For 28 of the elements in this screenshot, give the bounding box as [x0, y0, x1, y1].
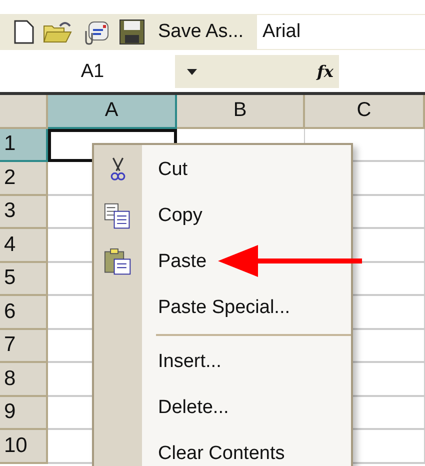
row-header[interactable]: 6	[0, 296, 48, 330]
row-header[interactable]: 9	[0, 396, 48, 430]
new-document-icon[interactable]	[14, 20, 34, 44]
row-header[interactable]: 10	[0, 430, 48, 464]
row-header[interactable]: 5	[0, 262, 48, 296]
menu-item[interactable]: Paste	[142, 239, 351, 285]
menu-item[interactable]: Paste Special...	[142, 285, 351, 331]
menu-item[interactable]: Clear Contents	[142, 431, 351, 466]
row-header[interactable]: 7	[0, 330, 48, 363]
menu-item[interactable]: Cut	[142, 147, 351, 193]
font-name-field[interactable]: Arial	[256, 15, 425, 49]
name-box[interactable]: A1	[0, 55, 175, 88]
row-header[interactable]: 3	[0, 196, 48, 229]
column-header[interactable]: C	[305, 95, 425, 128]
folder-icon[interactable]	[43, 20, 73, 44]
menu-item[interactable]: Copy	[142, 193, 351, 239]
menu-item[interactable]: Delete...	[142, 385, 351, 431]
row-header[interactable]: 4	[0, 229, 48, 262]
menu-item[interactable]: Insert...	[142, 339, 351, 385]
copy-icon	[104, 202, 132, 230]
row-header[interactable]: 1	[0, 128, 48, 162]
column-header[interactable]: A	[48, 95, 177, 128]
clipboard-icon	[104, 248, 132, 276]
column-header[interactable]: B	[177, 95, 305, 128]
row-header[interactable]: 2	[0, 162, 48, 196]
save-as-button[interactable]: Save As...	[154, 21, 248, 43]
insert-function-button[interactable]: fx	[317, 62, 334, 81]
row-header[interactable]: 8	[0, 363, 48, 396]
